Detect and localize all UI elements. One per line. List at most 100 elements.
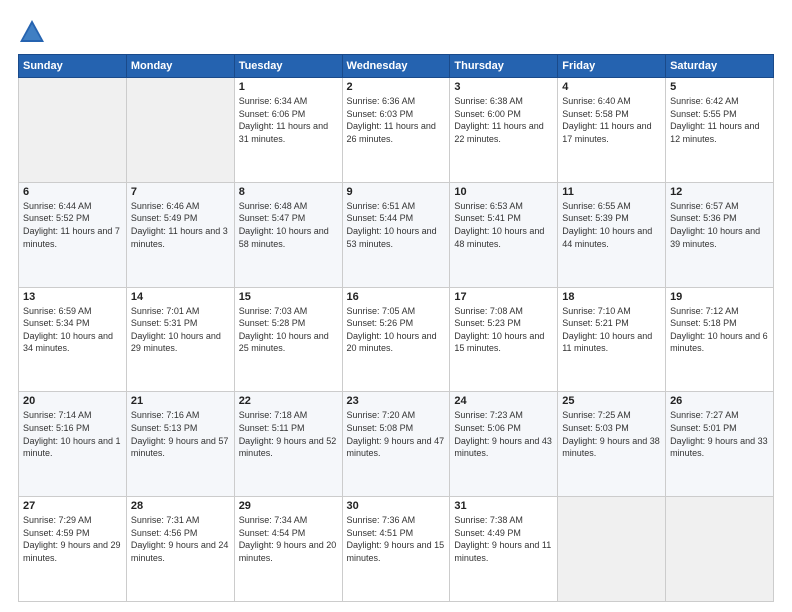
day-number: 3	[454, 81, 553, 93]
calendar-cell: 11 Sunrise: 6:55 AM Sunset: 5:39 PM Dayli…	[558, 182, 666, 287]
day-number: 23	[347, 395, 446, 407]
calendar-week-row: 13 Sunrise: 6:59 AM Sunset: 5:34 PM Dayli…	[19, 287, 774, 392]
day-info: Sunrise: 7:10 AM Sunset: 5:21 PM Dayligh…	[562, 305, 661, 355]
day-number: 8	[239, 186, 338, 198]
calendar-cell	[126, 78, 234, 183]
calendar-week-row: 1 Sunrise: 6:34 AM Sunset: 6:06 PM Daylig…	[19, 78, 774, 183]
day-number: 9	[347, 186, 446, 198]
logo	[18, 18, 50, 46]
day-number: 11	[562, 186, 661, 198]
weekday-header: Saturday	[666, 55, 774, 78]
calendar-cell: 14 Sunrise: 7:01 AM Sunset: 5:31 PM Dayli…	[126, 287, 234, 392]
weekday-header: Wednesday	[342, 55, 450, 78]
day-info: Sunrise: 6:59 AM Sunset: 5:34 PM Dayligh…	[23, 305, 122, 355]
day-number: 30	[347, 500, 446, 512]
calendar-week-row: 27Sunrise: 7:29 AM Sunset: 4:59 PM Dayli…	[19, 497, 774, 602]
day-info: Sunrise: 6:55 AM Sunset: 5:39 PM Dayligh…	[562, 200, 661, 250]
day-number: 10	[454, 186, 553, 198]
day-number: 25	[562, 395, 661, 407]
calendar-week-row: 20 Sunrise: 7:14 AM Sunset: 5:16 PM Dayli…	[19, 392, 774, 497]
calendar-cell: 16Sunrise: 7:05 AM Sunset: 5:26 PM Dayli…	[342, 287, 450, 392]
calendar-cell: 5Sunrise: 6:42 AM Sunset: 5:55 PM Daylig…	[666, 78, 774, 183]
calendar-table: SundayMondayTuesdayWednesdayThursdayFrid…	[18, 54, 774, 602]
calendar-cell: 2 Sunrise: 6:36 AM Sunset: 6:03 PM Daylig…	[342, 78, 450, 183]
calendar-cell: 18 Sunrise: 7:10 AM Sunset: 5:21 PM Dayli…	[558, 287, 666, 392]
calendar-cell: 27Sunrise: 7:29 AM Sunset: 4:59 PM Dayli…	[19, 497, 127, 602]
calendar-cell: 22 Sunrise: 7:18 AM Sunset: 5:11 PM Dayli…	[234, 392, 342, 497]
header	[18, 18, 774, 46]
day-info: Sunrise: 7:01 AM Sunset: 5:31 PM Dayligh…	[131, 305, 230, 355]
weekday-header: Thursday	[450, 55, 558, 78]
day-number: 20	[23, 395, 122, 407]
calendar-cell: 23 Sunrise: 7:20 AM Sunset: 5:08 PM Dayli…	[342, 392, 450, 497]
day-info: Sunrise: 7:05 AM Sunset: 5:26 PM Dayligh…	[347, 305, 446, 355]
day-number: 22	[239, 395, 338, 407]
day-number: 2	[347, 81, 446, 93]
day-number: 14	[131, 291, 230, 303]
weekday-header-row: SundayMondayTuesdayWednesdayThursdayFrid…	[19, 55, 774, 78]
day-number: 6	[23, 186, 122, 198]
day-info: Sunrise: 6:36 AM Sunset: 6:03 PM Dayligh…	[347, 95, 446, 145]
calendar-cell: 6 Sunrise: 6:44 AM Sunset: 5:52 PM Daylig…	[19, 182, 127, 287]
day-info: Sunrise: 7:31 AM Sunset: 4:56 PM Dayligh…	[131, 514, 230, 564]
weekday-header: Monday	[126, 55, 234, 78]
day-info: Sunrise: 7:36 AM Sunset: 4:51 PM Dayligh…	[347, 514, 446, 564]
day-number: 27	[23, 500, 122, 512]
calendar-cell: 4Sunrise: 6:40 AM Sunset: 5:58 PM Daylig…	[558, 78, 666, 183]
calendar-cell: 8 Sunrise: 6:48 AM Sunset: 5:47 PM Daylig…	[234, 182, 342, 287]
day-number: 24	[454, 395, 553, 407]
day-info: Sunrise: 7:18 AM Sunset: 5:11 PM Dayligh…	[239, 409, 338, 459]
day-info: Sunrise: 6:44 AM Sunset: 5:52 PM Dayligh…	[23, 200, 122, 250]
logo-icon	[18, 18, 46, 46]
day-number: 13	[23, 291, 122, 303]
weekday-header: Sunday	[19, 55, 127, 78]
day-number: 1	[239, 81, 338, 93]
day-info: Sunrise: 6:38 AM Sunset: 6:00 PM Dayligh…	[454, 95, 553, 145]
day-info: Sunrise: 6:40 AM Sunset: 5:58 PM Dayligh…	[562, 95, 661, 145]
day-info: Sunrise: 6:57 AM Sunset: 5:36 PM Dayligh…	[670, 200, 769, 250]
day-number: 18	[562, 291, 661, 303]
calendar-cell: 17Sunrise: 7:08 AM Sunset: 5:23 PM Dayli…	[450, 287, 558, 392]
calendar-cell: 19 Sunrise: 7:12 AM Sunset: 5:18 PM Dayli…	[666, 287, 774, 392]
calendar-cell: 13 Sunrise: 6:59 AM Sunset: 5:34 PM Dayli…	[19, 287, 127, 392]
day-info: Sunrise: 7:14 AM Sunset: 5:16 PM Dayligh…	[23, 409, 122, 459]
day-number: 12	[670, 186, 769, 198]
day-number: 31	[454, 500, 553, 512]
day-info: Sunrise: 6:48 AM Sunset: 5:47 PM Dayligh…	[239, 200, 338, 250]
calendar-cell: 25 Sunrise: 7:25 AM Sunset: 5:03 PM Dayli…	[558, 392, 666, 497]
day-number: 15	[239, 291, 338, 303]
day-info: Sunrise: 6:46 AM Sunset: 5:49 PM Dayligh…	[131, 200, 230, 250]
page: SundayMondayTuesdayWednesdayThursdayFrid…	[0, 0, 792, 612]
day-info: Sunrise: 7:20 AM Sunset: 5:08 PM Dayligh…	[347, 409, 446, 459]
calendar-cell: 21Sunrise: 7:16 AM Sunset: 5:13 PM Dayli…	[126, 392, 234, 497]
day-info: Sunrise: 6:34 AM Sunset: 6:06 PM Dayligh…	[239, 95, 338, 145]
day-number: 26	[670, 395, 769, 407]
day-number: 7	[131, 186, 230, 198]
weekday-header: Friday	[558, 55, 666, 78]
calendar-cell	[19, 78, 127, 183]
day-info: Sunrise: 6:42 AM Sunset: 5:55 PM Dayligh…	[670, 95, 769, 145]
day-info: Sunrise: 7:38 AM Sunset: 4:49 PM Dayligh…	[454, 514, 553, 564]
calendar-cell: 24Sunrise: 7:23 AM Sunset: 5:06 PM Dayli…	[450, 392, 558, 497]
day-info: Sunrise: 7:12 AM Sunset: 5:18 PM Dayligh…	[670, 305, 769, 355]
day-info: Sunrise: 6:51 AM Sunset: 5:44 PM Dayligh…	[347, 200, 446, 250]
calendar-cell: 31 Sunrise: 7:38 AM Sunset: 4:49 PM Dayli…	[450, 497, 558, 602]
day-number: 19	[670, 291, 769, 303]
day-number: 28	[131, 500, 230, 512]
day-info: Sunrise: 7:03 AM Sunset: 5:28 PM Dayligh…	[239, 305, 338, 355]
day-number: 21	[131, 395, 230, 407]
calendar-cell: 12 Sunrise: 6:57 AM Sunset: 5:36 PM Dayli…	[666, 182, 774, 287]
calendar-cell	[558, 497, 666, 602]
calendar-cell: 29Sunrise: 7:34 AM Sunset: 4:54 PM Dayli…	[234, 497, 342, 602]
weekday-header: Tuesday	[234, 55, 342, 78]
calendar-cell: 30 Sunrise: 7:36 AM Sunset: 4:51 PM Dayli…	[342, 497, 450, 602]
calendar-cell: 3 Sunrise: 6:38 AM Sunset: 6:00 PM Daylig…	[450, 78, 558, 183]
calendar-week-row: 6 Sunrise: 6:44 AM Sunset: 5:52 PM Daylig…	[19, 182, 774, 287]
calendar-cell: 15 Sunrise: 7:03 AM Sunset: 5:28 PM Dayli…	[234, 287, 342, 392]
day-info: Sunrise: 6:53 AM Sunset: 5:41 PM Dayligh…	[454, 200, 553, 250]
calendar-cell: 10 Sunrise: 6:53 AM Sunset: 5:41 PM Dayli…	[450, 182, 558, 287]
day-info: Sunrise: 7:25 AM Sunset: 5:03 PM Dayligh…	[562, 409, 661, 459]
day-info: Sunrise: 7:27 AM Sunset: 5:01 PM Dayligh…	[670, 409, 769, 459]
day-number: 29	[239, 500, 338, 512]
calendar-cell: 26 Sunrise: 7:27 AM Sunset: 5:01 PM Dayli…	[666, 392, 774, 497]
